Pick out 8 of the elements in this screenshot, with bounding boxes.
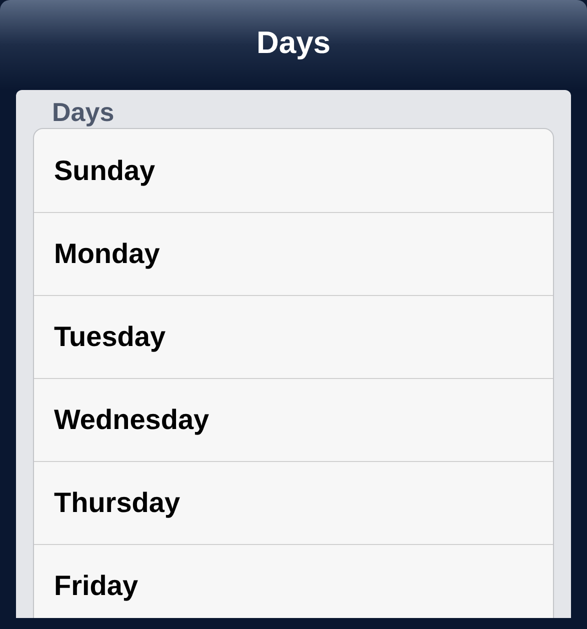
list-row[interactable]: Wednesday <box>34 378 553 461</box>
list-row[interactable]: Friday <box>34 544 553 618</box>
list-row[interactable]: Sunday <box>34 129 553 212</box>
list-row[interactable]: Monday <box>34 212 553 295</box>
nav-title: Days <box>256 24 331 62</box>
list-row[interactable]: Thursday <box>34 461 553 544</box>
list-row[interactable]: Tuesday <box>34 295 553 378</box>
section-header: Days <box>52 96 116 128</box>
